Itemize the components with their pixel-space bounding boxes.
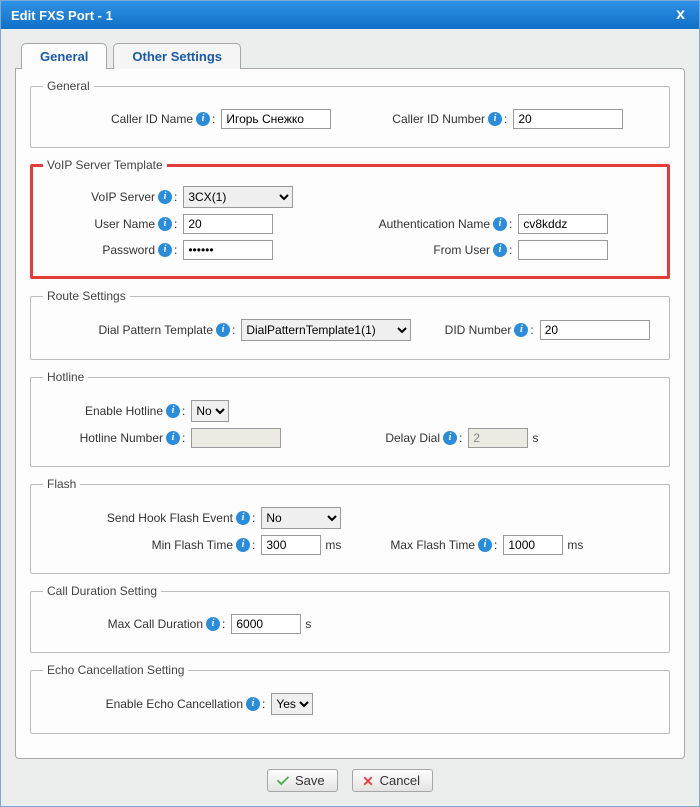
user-name-input[interactable] <box>183 214 273 234</box>
password-input[interactable] <box>183 240 273 260</box>
auth-name-input[interactable] <box>518 214 608 234</box>
info-icon[interactable]: i <box>166 431 180 445</box>
max-flash-time-input[interactable] <box>503 535 563 555</box>
info-icon[interactable]: i <box>158 243 172 257</box>
delay-dial-input <box>468 428 528 448</box>
info-icon[interactable]: i <box>478 538 492 552</box>
enable-hotline-label: Enable Hotline <box>43 404 163 418</box>
enable-echo-select[interactable]: Yes <box>271 693 313 715</box>
section-hotline: Hotline Enable Hotline i: No Hotline Num… <box>30 370 670 467</box>
info-icon[interactable]: i <box>493 217 507 231</box>
caller-id-name-label: Caller ID Name <box>43 112 193 126</box>
max-flash-time-label: Max Flash Time <box>350 538 475 552</box>
hotline-number-label: Hotline Number <box>43 431 163 445</box>
enable-echo-label: Enable Echo Cancellation <box>43 697 243 711</box>
hotline-number-input <box>191 428 281 448</box>
caller-id-name-input[interactable] <box>221 109 331 129</box>
cancel-button[interactable]: Cancel <box>352 769 433 792</box>
max-call-duration-label: Max Call Duration <box>43 617 203 631</box>
section-voip-server-template: VoIP Server Template VoIP Server i: 3CX(… <box>30 158 670 279</box>
section-call-duration: Call Duration Setting Max Call Duration … <box>30 584 670 653</box>
min-flash-time-label: Min Flash Time <box>43 538 233 552</box>
min-flash-time-input[interactable] <box>261 535 321 555</box>
tab-general[interactable]: General <box>21 43 107 69</box>
min-flash-time-unit: ms <box>325 538 341 552</box>
max-flash-time-unit: ms <box>567 538 583 552</box>
send-hook-flash-label: Send Hook Flash Event <box>43 511 233 525</box>
info-icon[interactable]: i <box>514 323 528 337</box>
max-call-duration-input[interactable] <box>231 614 301 634</box>
send-hook-flash-select[interactable]: No <box>261 507 341 529</box>
dial-pattern-select[interactable]: DialPatternTemplate1(1) <box>241 319 411 341</box>
info-icon[interactable]: i <box>493 243 507 257</box>
section-route-settings: Route Settings Dial Pattern Template i: … <box>30 289 670 360</box>
check-icon <box>276 774 290 788</box>
save-button[interactable]: Save <box>267 769 338 792</box>
caller-id-number-input[interactable] <box>513 109 623 129</box>
caller-id-number-label: Caller ID Number <box>350 112 485 126</box>
window-title: Edit FXS Port - 1 <box>11 8 672 23</box>
section-flash: Flash Send Hook Flash Event i: No Min Fl… <box>30 477 670 574</box>
section-duration-legend: Call Duration Setting <box>43 584 161 598</box>
enable-hotline-select[interactable]: No <box>191 400 229 422</box>
section-echo-cancellation: Echo Cancellation Setting Enable Echo Ca… <box>30 663 670 734</box>
section-general: General Caller ID Name i: Caller ID Numb… <box>30 79 670 148</box>
titlebar: Edit FXS Port - 1 x <box>1 1 699 29</box>
section-voip-legend: VoIP Server Template <box>43 158 167 172</box>
info-icon[interactable]: i <box>196 112 210 126</box>
section-echo-legend: Echo Cancellation Setting <box>43 663 188 677</box>
dialog-footer: Save Cancel <box>15 759 685 796</box>
auth-name-label: Authentication Name <box>350 217 490 231</box>
info-icon[interactable]: i <box>216 323 230 337</box>
info-icon[interactable]: i <box>443 431 457 445</box>
from-user-input[interactable] <box>518 240 608 260</box>
tab-panel-general: General Caller ID Name i: Caller ID Numb… <box>15 68 685 759</box>
did-number-label: DID Number <box>411 323 511 337</box>
section-route-legend: Route Settings <box>43 289 130 303</box>
info-icon[interactable]: i <box>236 538 250 552</box>
section-general-legend: General <box>43 79 94 93</box>
section-flash-legend: Flash <box>43 477 80 491</box>
section-hotline-legend: Hotline <box>43 370 88 384</box>
delay-dial-unit: s <box>532 431 538 445</box>
cross-icon <box>361 774 375 788</box>
delay-dial-label: Delay Dial <box>350 431 440 445</box>
dial-pattern-label: Dial Pattern Template <box>43 323 213 337</box>
info-icon[interactable]: i <box>158 217 172 231</box>
info-icon[interactable]: i <box>488 112 502 126</box>
voip-server-select[interactable]: 3CX(1) <box>183 186 293 208</box>
password-label: Password <box>43 243 155 257</box>
dialog-body: General Other Settings General Caller ID… <box>1 29 699 806</box>
did-number-input[interactable] <box>540 320 650 340</box>
info-icon[interactable]: i <box>158 190 172 204</box>
tab-other-settings[interactable]: Other Settings <box>113 43 241 69</box>
close-button[interactable]: x <box>672 6 689 24</box>
tab-bar: General Other Settings <box>15 43 685 69</box>
from-user-label: From User <box>350 243 490 257</box>
voip-server-label: VoIP Server <box>43 190 155 204</box>
dialog-window: Edit FXS Port - 1 x General Other Settin… <box>0 0 700 807</box>
info-icon[interactable]: i <box>236 511 250 525</box>
info-icon[interactable]: i <box>206 617 220 631</box>
max-call-duration-unit: s <box>305 617 311 631</box>
info-icon[interactable]: i <box>166 404 180 418</box>
info-icon[interactable]: i <box>246 697 260 711</box>
user-name-label: User Name <box>43 217 155 231</box>
